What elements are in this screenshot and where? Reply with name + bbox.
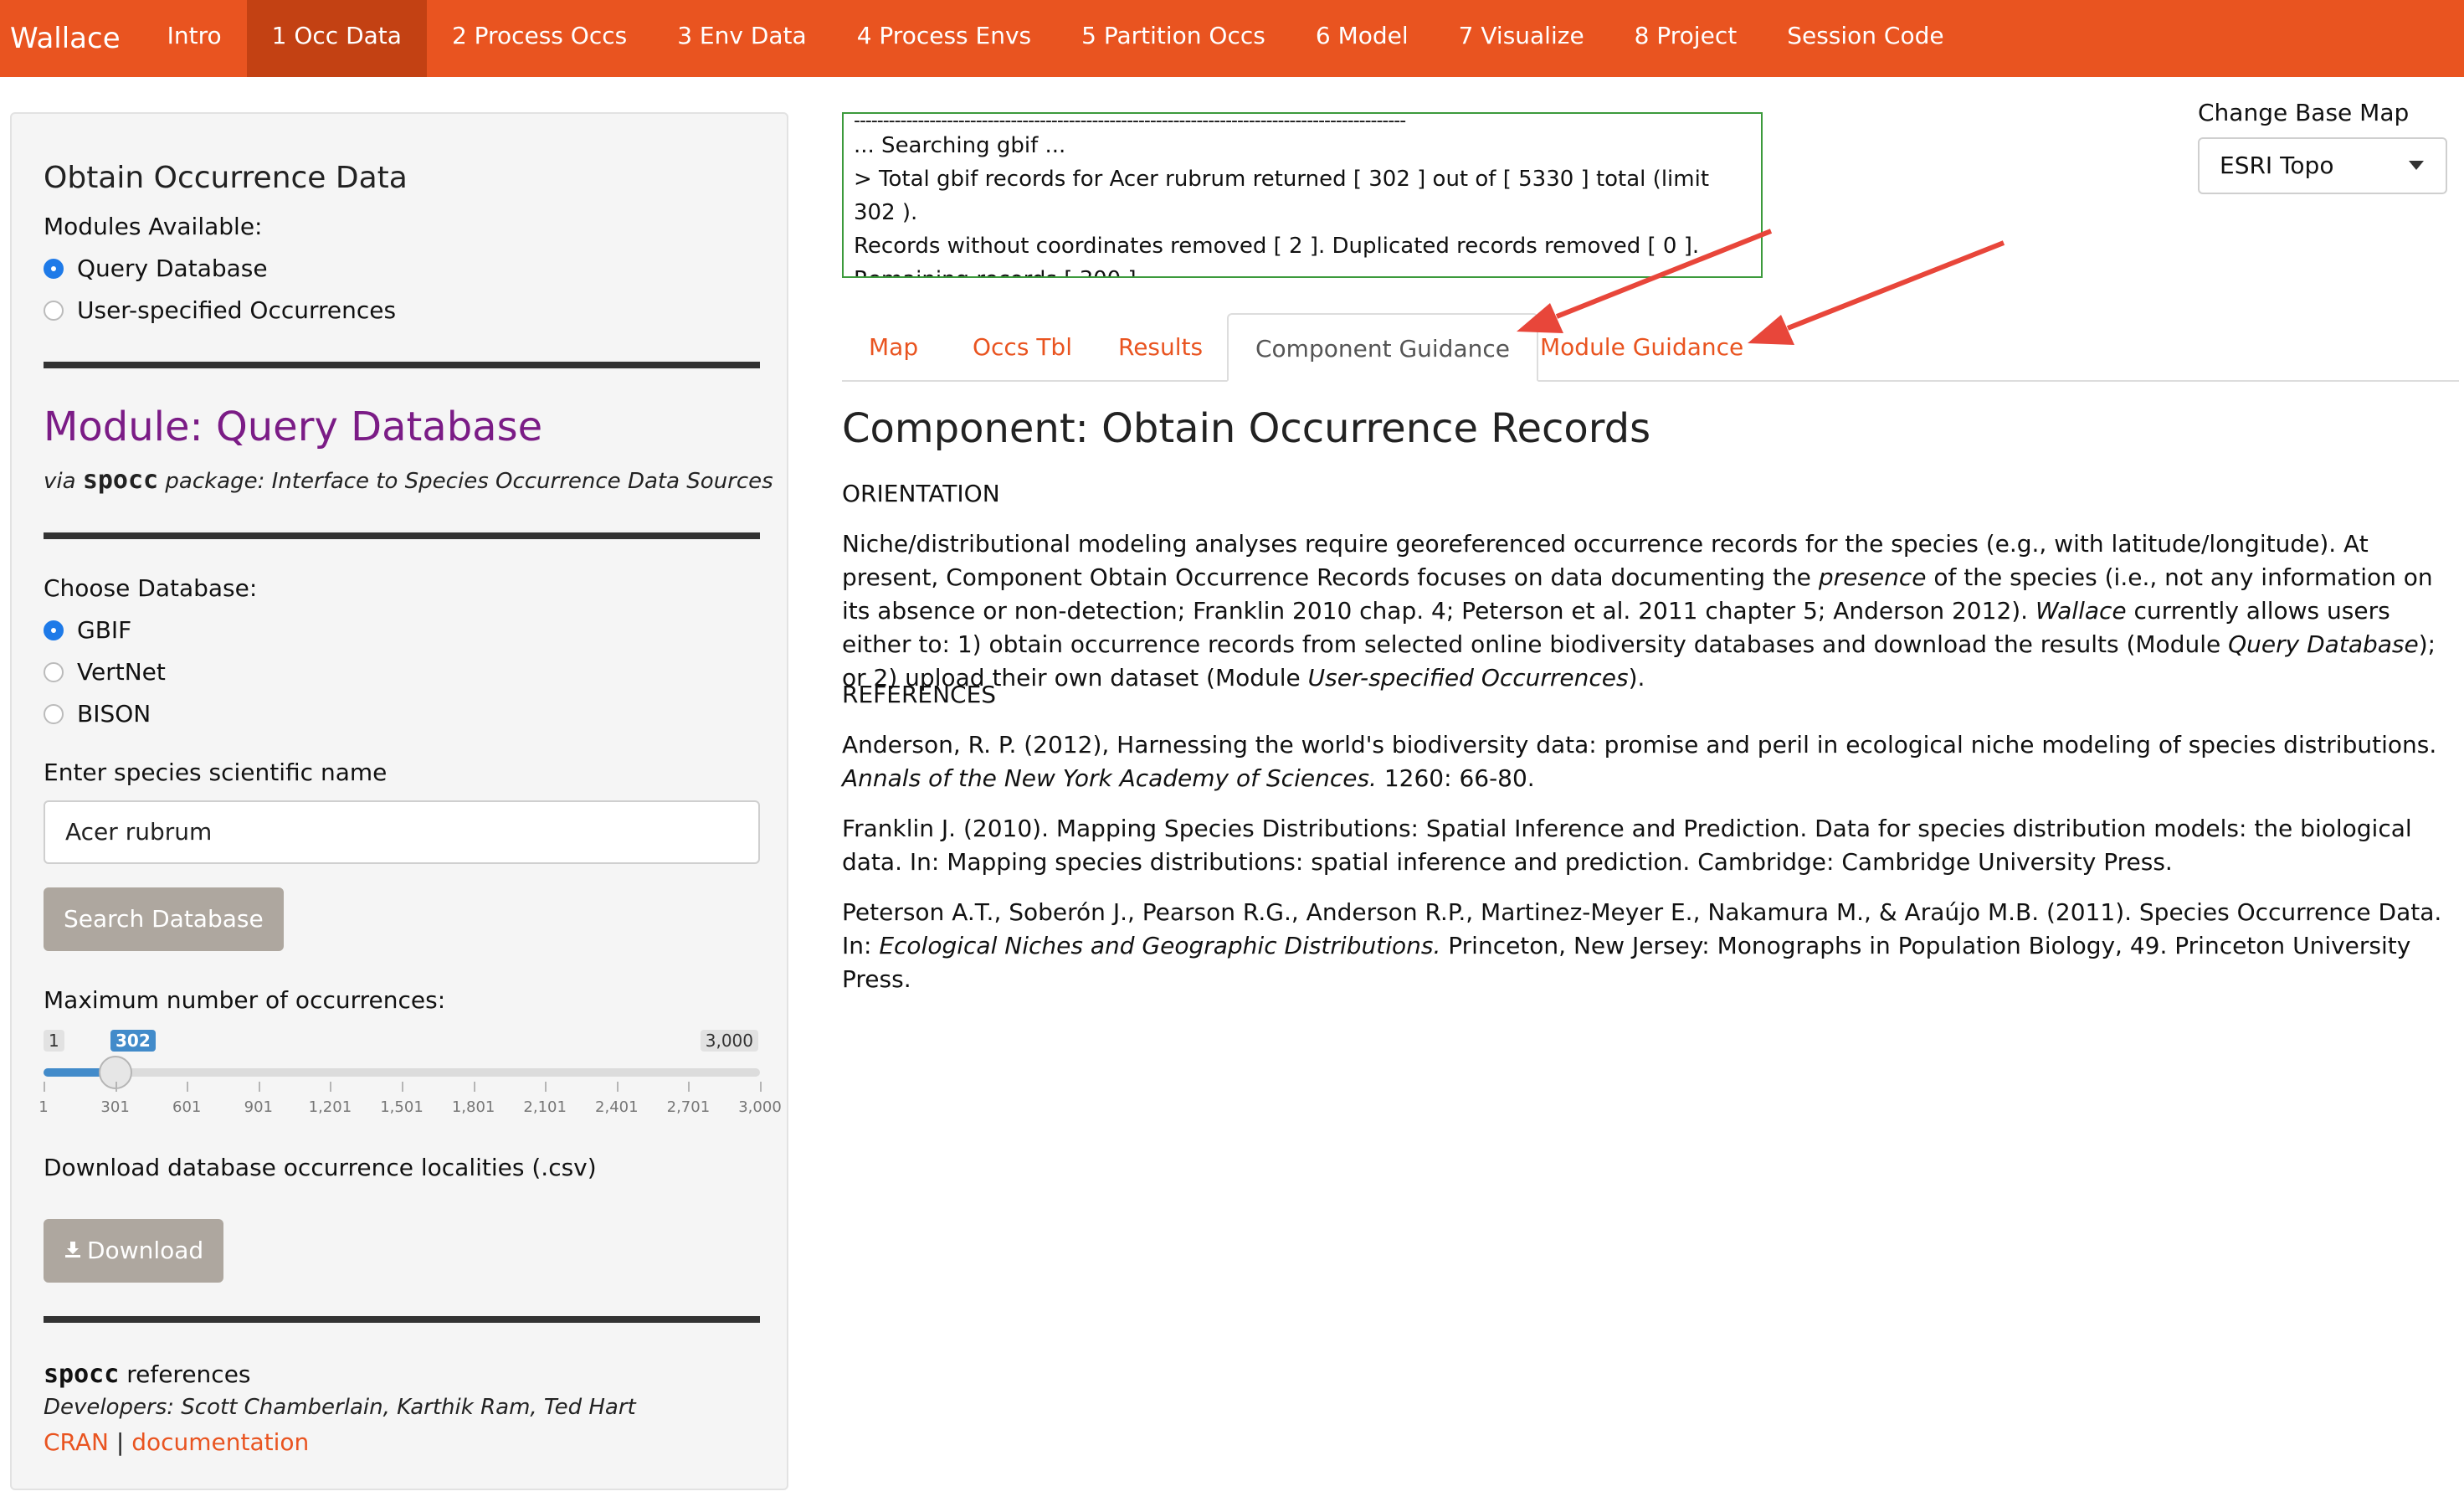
- radio-bison[interactable]: BISON: [44, 700, 151, 728]
- download-label: Download database occurrence localities …: [44, 1154, 597, 1181]
- slider-tick: [473, 1082, 475, 1092]
- orientation-heading: ORIENTATION: [842, 480, 1000, 507]
- slider-track[interactable]: [44, 1068, 760, 1077]
- slider-max-label: 3,000: [700, 1030, 758, 1052]
- slider-tick: [688, 1082, 690, 1092]
- slider-value-label: 302: [110, 1030, 156, 1052]
- sidebar-panel: Obtain Occurrence Data Modules Available…: [10, 112, 788, 1490]
- db-label: Choose Database:: [44, 574, 258, 602]
- search-database-button[interactable]: Search Database: [44, 887, 284, 951]
- nav-occ-data[interactable]: 1 Occ Data: [246, 0, 427, 77]
- radio-label: GBIF: [77, 616, 132, 644]
- reference-franklin: Franklin J. (2010). Mapping Species Dist…: [842, 815, 2412, 876]
- references-heading: REFERENCES: [842, 681, 997, 708]
- log-divider: ----------------------------------------…: [854, 114, 1406, 129]
- top-navbar: Wallace Intro 1 Occ Data 2 Process Occs …: [0, 0, 2464, 77]
- nav-partition-occs[interactable]: 5 Partition Occs: [1056, 0, 1291, 77]
- nav-process-envs[interactable]: 4 Process Envs: [832, 0, 1056, 77]
- slider-tick-label: 2,101: [523, 1098, 567, 1116]
- slider-tick-label: 3,000: [738, 1098, 782, 1116]
- documentation-link[interactable]: documentation: [131, 1428, 309, 1456]
- basemap-select[interactable]: ESRI Topo: [2198, 137, 2447, 194]
- refs-links: CRAN | documentation: [44, 1428, 310, 1456]
- basemap-label: Change Base Map: [2198, 99, 2410, 126]
- radio-icon-checked[interactable]: [44, 258, 64, 279]
- divider: [44, 362, 760, 368]
- module-title: Module: Query Database: [44, 404, 543, 450]
- tab-module-guidance[interactable]: Module Guidance: [1513, 313, 1770, 382]
- slider-tick-label: 1: [38, 1098, 49, 1116]
- radio-user-specified[interactable]: User-specified Occurrences: [44, 296, 396, 324]
- slider-tick-label: 601: [172, 1098, 202, 1116]
- nav-env-data[interactable]: 3 Env Data: [652, 0, 831, 77]
- basemap-value: ESRI Topo: [2220, 152, 2334, 179]
- log-line: Records without coordinates removed [ 2 …: [854, 234, 1700, 259]
- tab-results[interactable]: Results: [1091, 313, 1229, 382]
- download-button-label: Download: [87, 1237, 204, 1264]
- radio-label: BISON: [77, 700, 151, 728]
- tab-map[interactable]: Map: [842, 313, 945, 382]
- slider-tick-label: 1,801: [451, 1098, 495, 1116]
- slider-tick-label: 1,201: [308, 1098, 352, 1116]
- radio-query-database[interactable]: Query Database: [44, 255, 268, 282]
- slider-tick-label: 301: [100, 1098, 130, 1116]
- slider-tick: [545, 1082, 547, 1092]
- sidebar-heading: Obtain Occurrence Data: [44, 161, 408, 195]
- refs-heading: spocc references: [44, 1360, 251, 1389]
- modules-label: Modules Available:: [44, 213, 263, 240]
- radio-icon-checked[interactable]: [44, 620, 64, 640]
- tab-component-guidance[interactable]: Component Guidance: [1227, 313, 1538, 382]
- radio-label: User-specified Occurrences: [77, 296, 397, 324]
- reference-peterson: Peterson A.T., Soberón J., Pearson R.G.,…: [842, 898, 2442, 993]
- nav-model[interactable]: 6 Model: [1291, 0, 1434, 77]
- cran-link[interactable]: CRAN: [44, 1428, 109, 1456]
- app-brand[interactable]: Wallace: [0, 0, 142, 77]
- slider-tick: [258, 1082, 260, 1092]
- species-label: Enter species scientific name: [44, 759, 388, 786]
- radio-icon[interactable]: [44, 703, 64, 724]
- slider-tick: [760, 1082, 762, 1092]
- divider: [44, 1316, 760, 1323]
- slider-tick-label: 2,701: [666, 1098, 711, 1116]
- slider-tick-label: 901: [244, 1098, 273, 1116]
- max-occurrences-label: Maximum number of occurrences:: [44, 986, 446, 1014]
- annotation-arrow-module-guidance: [1748, 240, 2005, 345]
- spocc-package-name: spocc: [82, 465, 159, 495]
- nav-project[interactable]: 8 Project: [1609, 0, 1763, 77]
- radio-vertnet[interactable]: VertNet: [44, 658, 166, 686]
- log-line: ... Searching gbif ...: [854, 133, 1066, 158]
- divider: [44, 532, 760, 539]
- module-subtitle: via spocc package: Interface to Species …: [44, 465, 773, 495]
- slider-min-label: 1: [44, 1030, 64, 1052]
- radio-icon[interactable]: [44, 661, 64, 682]
- slider-tick-label: 1,501: [380, 1098, 424, 1116]
- reference-anderson: Anderson, R. P. (2012), Harnessing the w…: [842, 731, 2437, 792]
- nav-process-occs[interactable]: 2 Process Occs: [427, 0, 652, 77]
- nav-session-code[interactable]: Session Code: [1762, 0, 1969, 77]
- log-output: ----------------------------------------…: [842, 112, 1763, 278]
- radio-label: Query Database: [77, 255, 268, 282]
- log-line: Remaining records [ 300 ].: [854, 263, 1751, 276]
- radio-label: VertNet: [77, 658, 166, 686]
- nav-intro[interactable]: Intro: [142, 0, 247, 77]
- developers-text: Developers: Scott Chamberlain, Karthik R…: [44, 1395, 636, 1420]
- slider-tick: [187, 1082, 189, 1092]
- download-button[interactable]: Download: [44, 1219, 224, 1283]
- nav-visualize[interactable]: 7 Visualize: [1434, 0, 1609, 77]
- log-line: > Total gbif records for Acer rubrum ret…: [854, 167, 1710, 225]
- chevron-down-icon: [2409, 161, 2424, 170]
- radio-icon[interactable]: [44, 300, 64, 321]
- orientation-paragraph: Niche/distributional modeling analyses r…: [842, 530, 2436, 692]
- slider-tick-label: 2,401: [595, 1098, 639, 1116]
- tab-occs-tbl[interactable]: Occs Tbl: [946, 313, 1099, 382]
- guidance-title: Component: Obtain Occurrence Records: [842, 405, 1651, 452]
- species-input[interactable]: Acer rubrum: [44, 800, 760, 864]
- slider-tick: [115, 1082, 117, 1092]
- download-icon: [64, 1219, 82, 1283]
- slider-tick: [402, 1082, 403, 1092]
- radio-gbif[interactable]: GBIF: [44, 616, 131, 644]
- slider-tick: [44, 1082, 45, 1092]
- slider-tick: [616, 1082, 619, 1092]
- slider-tick: [330, 1082, 332, 1092]
